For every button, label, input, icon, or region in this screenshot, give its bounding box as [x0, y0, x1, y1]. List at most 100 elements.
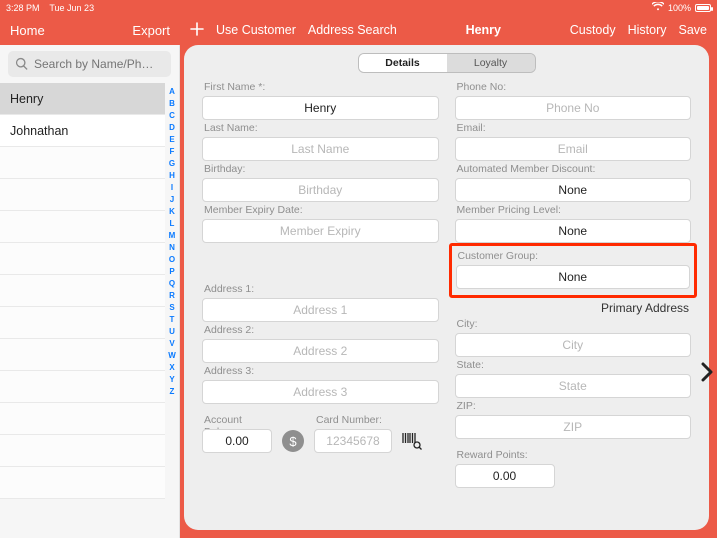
index-letter[interactable]: C: [169, 111, 175, 120]
currency-icon[interactable]: $: [282, 430, 304, 452]
search-input[interactable]: [8, 51, 171, 77]
birthday-label: Birthday:: [204, 163, 439, 176]
address1-label: Address 1:: [204, 283, 439, 296]
search-icon: [15, 57, 29, 71]
reward-points-label: Reward Points:: [457, 449, 555, 462]
customer-list: HenryJohnathan........... ABCDEFGHIJKLMN…: [0, 83, 179, 538]
card-number-field[interactable]: 12345678: [314, 429, 392, 453]
index-letter[interactable]: A: [169, 87, 175, 96]
city-field[interactable]: City: [455, 333, 692, 357]
index-letter[interactable]: D: [169, 123, 175, 132]
list-item[interactable]: Henry: [0, 83, 165, 115]
reward-points-field[interactable]: 0.00: [455, 464, 555, 488]
list-item-empty: .: [0, 467, 165, 499]
first-name-field[interactable]: Henry: [202, 96, 439, 120]
index-letter[interactable]: Q: [169, 279, 175, 288]
index-letter[interactable]: P: [169, 267, 174, 276]
card-number-label: Card Number:: [316, 414, 392, 427]
index-letter[interactable]: Y: [169, 375, 174, 384]
list-item-empty: .: [0, 147, 165, 179]
tabs-segment: Details Loyalty: [358, 53, 536, 73]
zip-field[interactable]: ZIP: [455, 415, 692, 439]
zip-label: ZIP:: [457, 400, 692, 413]
status-bar: 3:28 PM Tue Jun 23 100%: [0, 0, 717, 15]
address3-label: Address 3:: [204, 365, 439, 378]
phone-label: Phone No:: [457, 81, 692, 94]
birthday-field[interactable]: Birthday: [202, 178, 439, 202]
index-letter[interactable]: L: [170, 219, 175, 228]
account-balance-field[interactable]: 0.00: [202, 429, 272, 453]
wifi-icon: [652, 2, 664, 13]
customer-group-highlight: Customer Group: None: [449, 243, 698, 298]
history-button[interactable]: History: [628, 23, 667, 37]
address1-field[interactable]: Address 1: [202, 298, 439, 322]
save-button[interactable]: Save: [679, 23, 708, 37]
address-search-button[interactable]: Address Search: [308, 23, 397, 37]
list-item-empty: .: [0, 403, 165, 435]
member-expiry-label: Member Expiry Date:: [204, 204, 439, 217]
list-item-empty: .: [0, 211, 165, 243]
last-name-field[interactable]: Last Name: [202, 137, 439, 161]
address2-label: Address 2:: [204, 324, 439, 337]
export-button[interactable]: Export: [132, 23, 170, 38]
sidebar: HenryJohnathan........... ABCDEFGHIJKLMN…: [0, 45, 180, 538]
pricing-level-field[interactable]: None: [455, 219, 692, 243]
battery-icon: [695, 4, 711, 12]
list-item[interactable]: Johnathan: [0, 115, 165, 147]
address2-field[interactable]: Address 2: [202, 339, 439, 363]
index-letter[interactable]: K: [169, 207, 175, 216]
city-label: City:: [457, 318, 692, 331]
index-letter[interactable]: V: [169, 339, 174, 348]
member-expiry-field[interactable]: Member Expiry: [202, 219, 439, 243]
address3-field[interactable]: Address 3: [202, 380, 439, 404]
status-battery-pct: 100%: [668, 3, 691, 13]
primary-address-title: Primary Address: [455, 301, 690, 315]
custody-button[interactable]: Custody: [570, 23, 616, 37]
index-letter[interactable]: R: [169, 291, 175, 300]
index-letter[interactable]: S: [169, 303, 174, 312]
index-letter[interactable]: F: [170, 147, 175, 156]
list-item-empty: .: [0, 435, 165, 467]
customer-group-field[interactable]: None: [456, 265, 691, 289]
account-balance-label: Account Balance:: [204, 414, 272, 427]
next-page-button[interactable]: [697, 360, 717, 384]
index-letter[interactable]: X: [169, 363, 174, 372]
index-letter[interactable]: J: [170, 195, 174, 204]
list-item-empty: .: [0, 307, 165, 339]
alpha-index[interactable]: ABCDEFGHIJKLMNOPQRSTUVWXYZ: [165, 83, 179, 538]
auto-discount-label: Automated Member Discount:: [457, 163, 692, 176]
add-customer-button[interactable]: [190, 22, 204, 39]
index-letter[interactable]: W: [168, 351, 176, 360]
form-right-column: Phone No: Phone No Email: Email Automate…: [455, 79, 692, 520]
tab-loyalty[interactable]: Loyalty: [447, 54, 535, 72]
index-letter[interactable]: O: [169, 255, 175, 264]
state-field[interactable]: State: [455, 374, 692, 398]
index-letter[interactable]: H: [169, 171, 175, 180]
email-label: Email:: [457, 122, 692, 135]
status-date: Tue Jun 23: [49, 3, 94, 13]
index-letter[interactable]: E: [169, 135, 174, 144]
status-time: 3:28 PM: [6, 3, 40, 13]
phone-field[interactable]: Phone No: [455, 96, 692, 120]
auto-discount-field[interactable]: None: [455, 178, 692, 202]
index-letter[interactable]: B: [169, 99, 175, 108]
list-item-empty: .: [0, 179, 165, 211]
form-left-column: First Name *: Henry Last Name: Last Name…: [202, 79, 439, 520]
list-item-empty: .: [0, 339, 165, 371]
index-letter[interactable]: I: [171, 183, 173, 192]
use-customer-button[interactable]: Use Customer: [216, 23, 296, 37]
customer-group-label: Customer Group:: [458, 250, 691, 263]
index-letter[interactable]: M: [169, 231, 176, 240]
index-letter[interactable]: N: [169, 243, 175, 252]
index-letter[interactable]: U: [169, 327, 175, 336]
barcode-scan-icon[interactable]: [402, 430, 422, 452]
index-letter[interactable]: Z: [170, 387, 175, 396]
index-letter[interactable]: G: [169, 159, 175, 168]
home-button[interactable]: Home: [10, 23, 45, 38]
tab-details[interactable]: Details: [359, 54, 447, 72]
sidebar-header: Home Export: [0, 15, 180, 45]
index-letter[interactable]: T: [170, 315, 175, 324]
pricing-level-label: Member Pricing Level:: [457, 204, 692, 217]
email-field[interactable]: Email: [455, 137, 692, 161]
main-header: Use Customer Address Search Henry Custod…: [180, 15, 717, 45]
